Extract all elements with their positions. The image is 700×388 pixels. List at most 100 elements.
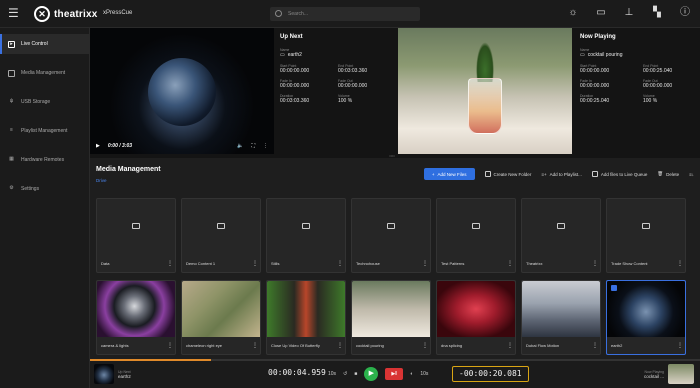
sort-button[interactable]: ≡↓ [689,172,694,177]
play-icon[interactable]: ▶ [96,143,100,149]
media-card[interactable]: Close Up Video Of Butterfly ⋮ [266,280,346,355]
add-to-playlist-button[interactable]: ≡+ Add to Playlist... [541,172,582,177]
folder-card[interactable]: Trade Show Content ⋮ [606,198,686,273]
queue-icon [591,171,598,177]
folder-card[interactable]: Theatrixx ⋮ [521,198,601,273]
progress-fill [90,359,211,361]
skip-back-button[interactable]: 10s [328,371,336,377]
folder-icon [642,223,650,229]
play-button[interactable]: ▶ [364,367,379,381]
sidebar-item-usb-storage[interactable]: ψ USB Storage [0,92,89,112]
media-card[interactable]: earth2 ⋮ [606,280,686,355]
more-icon[interactable]: ⋮ [337,260,343,267]
product-name: xPressCue [103,10,133,16]
media-card[interactable]: chameleon right eye ⋮ [181,280,261,355]
sidebar-item-playlist-management[interactable]: ≡ Playlist Management [0,121,89,141]
playlist-icon: ≡ [10,126,13,133]
progress-bar[interactable] [90,359,700,361]
info-icon[interactable]: ⓘ [678,6,692,20]
sort-icon: ≡↓ [689,171,694,177]
more-icon[interactable]: ⋮ [592,342,598,349]
folder-card[interactable]: Demo Content 1 ⋮ [181,198,261,273]
main-area: ▶ 0:00 / 3:03 🔈 ⛶ ⋮ Up Next Name ▭ earth… [90,28,700,388]
file-icon: ▭ [280,52,285,58]
earth-image [148,58,216,126]
sun-icon[interactable]: ☼ [566,6,580,20]
add-to-live-queue-button[interactable]: Add files to Live Queue [591,171,647,177]
usb-icon: ψ [9,97,14,104]
breadcrumb[interactable]: Drive [96,178,107,183]
folder-card[interactable]: Technohouse ⋮ [351,198,431,273]
now-playing-title: Now Playing [580,34,616,40]
up-next-video[interactable]: ▶ 0:00 / 3:03 🔈 ⛶ ⋮ [90,28,274,154]
card-label: Stills [271,261,280,266]
mapping-icon[interactable]: ▚ [650,6,664,20]
more-icon[interactable]: ⋮ [252,260,258,267]
fade-in-value: 00:00:00.000 [280,83,310,89]
pause-button[interactable]: ▶‖ [385,368,404,380]
skip-forward-button[interactable]: 10s [420,371,428,377]
up-next-name-value: earth2 [287,52,302,58]
sidebar-item-settings[interactable]: ⚙ Settings [0,179,89,199]
more-icon[interactable]: ⋮ [167,342,173,349]
card-label: dna splicing [441,343,463,348]
media-card[interactable]: camera & lights ⋮ [96,280,176,355]
selected-checkbox[interactable] [611,285,617,291]
now-playing-video[interactable] [398,28,572,154]
replay-icon[interactable]: ↺ [343,371,347,377]
add-new-files-button[interactable]: + Add New Files [423,168,475,180]
folder-card[interactable]: Stills ⋮ [266,198,346,273]
monitor-icon[interactable]: ▭ [594,6,608,20]
search-input[interactable]: Search... [270,7,420,21]
more-icon[interactable]: ⋮ [422,342,428,349]
more-icon[interactable]: ⋮ [507,260,513,267]
card-label: Dubai Flow Motion [526,343,560,348]
sidebar-item-live-control[interactable]: ▸ Live Control [0,34,89,54]
media-card[interactable]: cocktail pouring ⋮ [351,280,431,355]
card-label: chameleon right eye [186,343,223,348]
stop-icon[interactable]: ■ [354,371,357,377]
camera-thumbnail [97,281,175,337]
volume-icon[interactable]: 🔈 [237,143,243,149]
more-icon[interactable]: ⋮ [677,260,683,267]
folder-icon [387,223,395,229]
now-playing-name: cocktail ... [643,373,664,379]
sidebar-item-label: Hardware Remotes [21,157,65,163]
player-controls: ▶ 0:00 / 3:03 🔈 ⛶ ⋮ [90,138,274,154]
sidebar-item-hardware-remotes[interactable]: ▦ Hardware Remotes [0,150,89,170]
end-value: 00:03:03.360 [338,68,368,74]
more-icon[interactable]: ⋮ [263,143,268,149]
more-icon[interactable]: ⋮ [677,342,683,349]
create-new-folder-button[interactable]: Create New Folder [484,171,531,177]
delete-label: Delete [666,171,680,177]
rosemary-image [476,42,494,82]
fade-icon[interactable]: ◐ [410,371,413,377]
more-icon[interactable]: ⋮ [592,260,598,267]
duration-value: 00:03:03.360 [280,98,310,104]
media-management-title: Media Management [96,166,161,173]
sidebar-item-label: Media Management [21,70,66,76]
sidebar-item-media-management[interactable]: Media Management [0,63,89,83]
more-icon[interactable]: ⋮ [252,342,258,349]
more-icon[interactable]: ⋮ [507,342,513,349]
dna-thumbnail [437,281,515,337]
now-playing-panel: Now Playing Name ▭ cocktail pouring Star… [398,28,700,154]
player-time: 0:00 / 3:03 [107,143,133,149]
fullscreen-icon[interactable]: ⛶ [251,143,255,149]
folder-card[interactable]: Data ⋮ [96,198,176,273]
add-to-playlist-label: Add to Playlist... [549,171,582,177]
delete-button[interactable]: 🗑 Delete [657,171,679,177]
media-card[interactable]: Dubai Flow Motion ⋮ [521,280,601,355]
media-card[interactable]: dna splicing ⋮ [436,280,516,355]
pin-icon[interactable]: ⊥ [622,6,636,20]
transport-up-next: Up Next earth2 [94,364,131,384]
menu-icon[interactable]: ☰ [8,7,20,19]
keypad-icon: ▦ [9,155,14,162]
more-icon[interactable]: ⋮ [337,342,343,349]
more-icon[interactable]: ⋮ [167,260,173,267]
sidebar-item-label: Playlist Management [21,128,68,134]
more-icon[interactable]: ⋮ [422,260,428,267]
folder-card[interactable]: Test Patterns ⋮ [436,198,516,273]
now-playing-info: Now Playing Name ▭ cocktail pouring Star… [580,34,700,104]
folder-icon [8,69,15,77]
